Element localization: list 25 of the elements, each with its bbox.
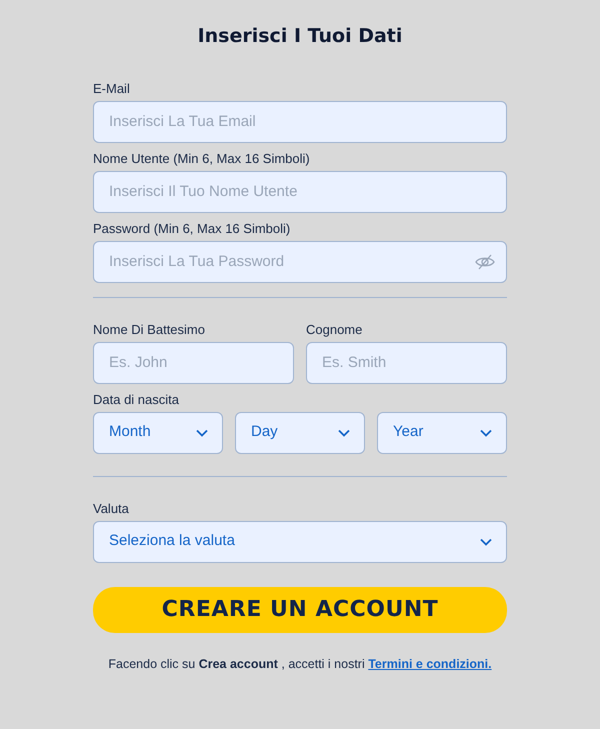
field-label: Valuta xyxy=(93,500,130,516)
dropdown[interactable]: Day xyxy=(235,412,365,454)
field-label: Nome Utente (Min 6, Max 16 Simboli) xyxy=(93,150,311,166)
input-field[interactable]: Inserisci La Tua Email xyxy=(93,100,507,142)
chevron-down-icon xyxy=(196,428,208,436)
password-field[interactable]: Inserisci La Tua Password xyxy=(93,240,507,282)
dropdown[interactable]: Month xyxy=(93,412,223,454)
field-label: Password (Min 6, Max 16 Simboli) xyxy=(93,220,292,236)
terms-link[interactable]: Termini e condizioni. xyxy=(368,656,492,670)
dropdown[interactable]: Seleziona la valuta xyxy=(93,520,507,562)
field-label: Nome Di Battesimo xyxy=(93,322,206,338)
input-field[interactable]: Inserisci Il Tuo Nome Utente xyxy=(93,170,507,212)
chevron-down-icon xyxy=(480,538,492,546)
field-label: Data di nascita xyxy=(93,392,180,408)
chevron-down-icon xyxy=(480,428,492,436)
field-label: E-Mail xyxy=(93,80,131,96)
input-field[interactable]: Es. Smith xyxy=(306,342,507,384)
field-label: Cognome xyxy=(306,322,364,338)
chevron-down-icon xyxy=(338,428,350,436)
form-title: Inserisci I Tuoi Dati xyxy=(196,24,404,49)
eye-slash-icon[interactable] xyxy=(475,254,495,270)
input-field[interactable]: Es. John xyxy=(93,342,294,384)
dropdown[interactable]: Year xyxy=(377,412,507,454)
create-account-button[interactable]: CREARE UN ACCOUNT xyxy=(93,586,507,632)
terms-text: Facendo clic su Crea account , accetti i nostri Termini e condizioni. xyxy=(107,656,493,672)
